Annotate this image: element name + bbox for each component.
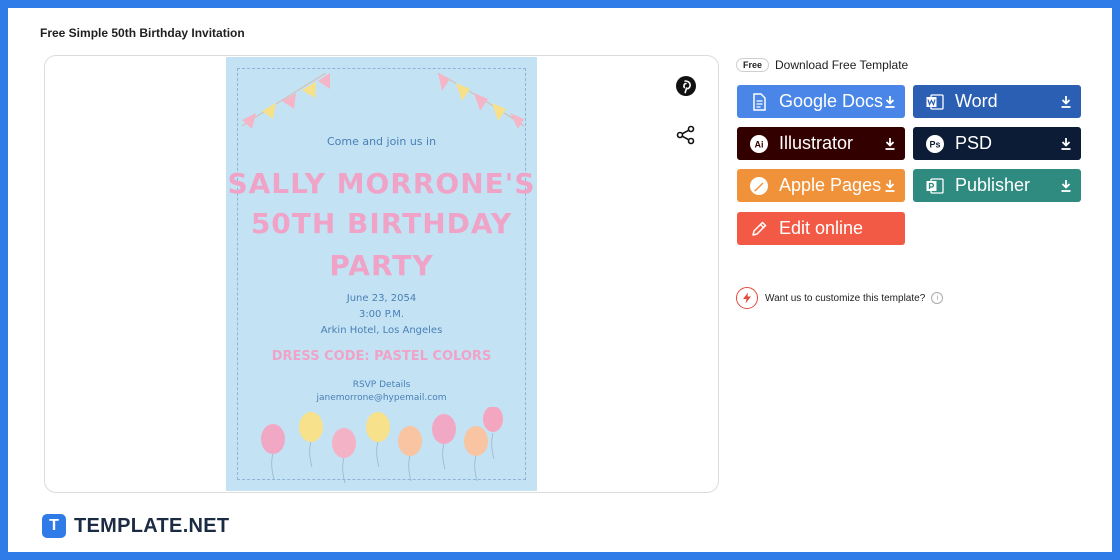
frame-right [1112,0,1120,560]
download-arrow-icon [885,179,895,192]
share-icon[interactable] [675,124,697,146]
publisher-label: Publisher [955,175,1031,195]
word-icon [926,93,944,110]
download-heading-row: Free Download Free Template [736,57,908,73]
word-label: Word [955,91,998,111]
download-arrow-icon [885,95,895,108]
edit-online-label: Edit online [779,218,864,238]
frame-bottom [0,552,1120,560]
balloons-illustration [261,407,503,484]
frame-left [0,0,8,560]
google-docs-label: Google Docs [779,91,884,111]
customize-prompt[interactable]: Want us to customize this template? i [736,287,944,309]
download-arrow-icon [1061,95,1071,108]
invitation-time: 3:00 P.M. [358,309,405,320]
brand-name: TEMPLATE.NET [74,514,230,537]
edit-online-button[interactable]: Edit online [737,212,905,245]
psd-label: PSD [955,133,993,153]
template-preview-card: Come and join us in SALLY MORRONE'S 50TH… [44,55,719,493]
illustrator-label: Illustrator [779,133,854,153]
invitation-venue: Arkin Hotel, Los Angeles [320,325,443,336]
invitation-date: June 23, 2054 [346,293,417,304]
download-arrow-icon [1061,179,1071,192]
brand-logo[interactable]: T TEMPLATE.NET [42,514,229,538]
publisher-download-button[interactable]: Publisher [913,169,1081,202]
invitation-name-line-3: PARTY [329,249,434,282]
google-docs-download-button[interactable]: Google Docs [737,85,905,118]
bunting-right [437,72,525,129]
invitation-intro: Come and join us in [326,135,437,148]
frame-top [0,0,1120,8]
download-heading: Download Free Template [775,58,909,72]
pinterest-icon[interactable] [675,75,697,97]
free-badge: Free [736,58,770,72]
invitation-name-line-2: 50TH BIRTHDAY [250,207,513,240]
invitation-preview[interactable]: Come and join us in SALLY MORRONE'S 50TH… [226,57,537,491]
template-logo-icon: T [42,514,66,538]
invitation-dress-code: DRESS CODE: PASTEL COLORS [271,349,492,364]
bunting-left [241,72,330,129]
info-icon[interactable]: i [931,292,944,304]
pencil-icon [752,221,767,236]
word-download-button[interactable]: Word [913,85,1081,118]
lightning-icon [736,287,758,309]
google-docs-icon [753,92,766,111]
apple-pages-label: Apple Pages [779,175,882,195]
illustrator-icon: Ai [750,134,768,153]
psd-download-button[interactable]: Ps PSD [913,127,1081,160]
publisher-icon [926,177,944,194]
invitation-rsvp-email: janemorrone@hypemail.com [316,393,447,403]
invitation-rsvp-label: RSVP Details [352,380,411,390]
svg-text:Ps: Ps [929,139,940,149]
invitation-name-line-1: SALLY MORRONE'S [227,167,536,200]
apple-pages-icon [750,176,768,195]
customize-text: Want us to customize this template? [765,292,926,304]
download-arrow-icon [1061,137,1071,150]
illustrator-download-button[interactable]: Ai Illustrator [737,127,905,160]
psd-icon: Ps [926,134,944,153]
apple-pages-download-button[interactable]: Apple Pages [737,169,905,202]
download-arrow-icon [885,137,895,150]
svg-text:Ai: Ai [755,139,764,149]
page-title: Free Simple 50th Birthday Invitation [40,26,245,40]
